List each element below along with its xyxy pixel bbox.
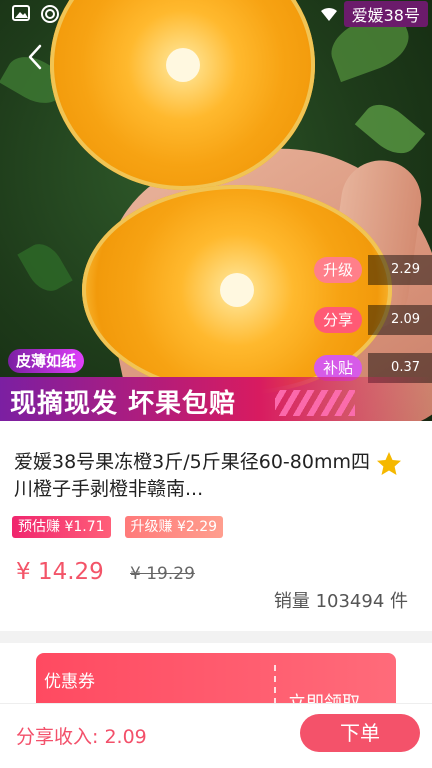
product-title: 爱媛38号果冻橙3斤/5斤果径60-80mm四川橙子手剥橙非赣南... (14, 451, 370, 500)
share-income[interactable]: 分享收入: 2.09 (16, 722, 147, 749)
back-button[interactable] (20, 40, 50, 74)
order-button[interactable]: 下单 (300, 714, 420, 752)
product-hero-image: 爱媛38号 升级 2.29 分享 2.09 补贴 0.37 皮薄如纸 现摘现发 … (0, 0, 432, 421)
coupon-section: 优惠券 立即领取 (0, 643, 432, 715)
sales-count: 销量 103494 件 (273, 591, 408, 612)
image-icon (12, 5, 30, 21)
swirl-icon (41, 5, 59, 23)
orange-core (220, 273, 254, 307)
wifi-icon (320, 7, 337, 21)
product-info-card: 爱媛38号果冻橙3斤/5斤果径60-80mm四川橙子手剥橙非赣南... 预估赚 … (0, 421, 432, 631)
bottom-bar: 分享收入: 2.09 下单 (0, 703, 432, 768)
leaf-decoration (354, 95, 426, 163)
upgrade-earn-badge: 升级赚 ¥2.29 (124, 516, 224, 538)
status-bar: 爱媛38号 (0, 0, 432, 28)
leaf-decoration (17, 237, 73, 298)
estimated-earn-badge: 预估赚 ¥1.71 (12, 516, 111, 538)
original-price: ¥ 19.29 (130, 564, 195, 584)
earn-upgrade[interactable]: 升级 2.29 (312, 255, 432, 285)
promo-banner: 现摘现发 坏果包赔 (0, 377, 432, 421)
earn-upgrade-value: 2.29 (368, 255, 432, 285)
promo-thin-peel: 皮薄如纸 (8, 349, 85, 373)
earn-upgrade-label: 升级 (314, 257, 362, 283)
current-price: ¥ 14.29 (16, 559, 104, 585)
promo-banner-text: 现摘现发 坏果包赔 (10, 389, 237, 419)
earn-share[interactable]: 分享 2.09 (312, 305, 432, 335)
earn-share-value: 2.09 (368, 305, 432, 335)
promo-stripes (275, 390, 355, 416)
status-time: 爱媛38号 (343, 1, 428, 27)
orange-core (165, 48, 200, 82)
coupon-label: 优惠券 (44, 672, 95, 692)
favorite-star-icon[interactable] (376, 451, 402, 477)
earn-share-label: 分享 (314, 307, 362, 333)
